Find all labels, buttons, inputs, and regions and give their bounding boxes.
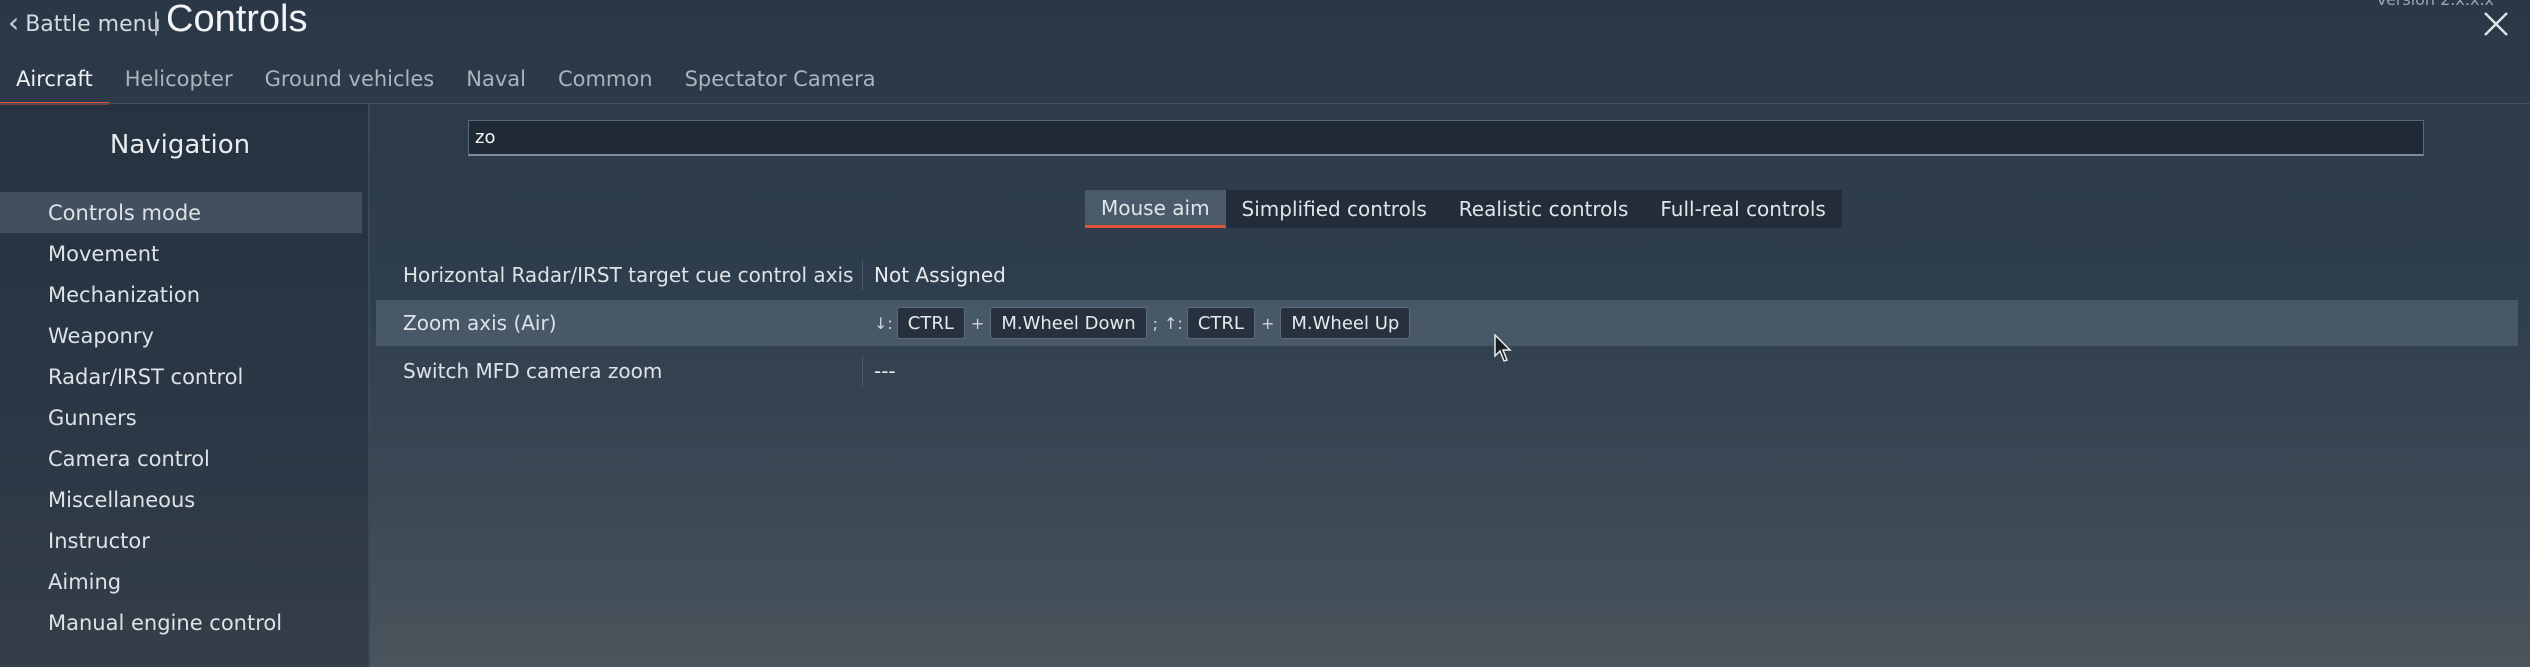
binding-row-selected[interactable]: Zoom axis (Air) ↓: CTRL + M.Wheel Down ;… [376, 300, 2518, 346]
tab-aircraft[interactable]: Aircraft [0, 56, 109, 105]
nav-item-camera-control[interactable]: Camera control [0, 438, 362, 479]
nav-item-instructor[interactable]: Instructor [0, 520, 362, 561]
mode-realistic-controls[interactable]: Realistic controls [1443, 190, 1645, 228]
nav-item-radar-irst-control[interactable]: Radar/IRST control [0, 356, 362, 397]
page-title: Controls [166, 0, 308, 40]
column-divider [862, 260, 863, 290]
nav-item-weaponry[interactable]: Weaponry [0, 315, 362, 356]
nav-item-manual-engine-control[interactable]: Manual engine control [0, 602, 362, 643]
nav-item-gunners[interactable]: Gunners [0, 397, 362, 438]
top-bar: ‹ Battle menu | Controls Version 2.x.x.x [0, 0, 2530, 48]
binding-name: Switch MFD camera zoom [403, 359, 663, 383]
nav-item-miscellaneous[interactable]: Miscellaneous [0, 479, 362, 520]
binding-value: Not Assigned [874, 263, 1006, 287]
keycap: CTRL [1186, 307, 1255, 339]
binding-value: ↓: CTRL + M.Wheel Down ; ↑: CTRL + M.Whe… [874, 307, 1411, 339]
binding-row[interactable]: Horizontal Radar/IRST target cue control… [376, 250, 2518, 300]
mode-full-real-controls[interactable]: Full-real controls [1644, 190, 1841, 228]
header-separator: | [152, 8, 161, 36]
mode-mouse-aim[interactable]: Mouse aim [1085, 190, 1226, 228]
axis-down-icon: ↓: [874, 313, 893, 333]
navigation-title: Navigation [109, 130, 251, 160]
tab-naval[interactable]: Naval [450, 56, 542, 105]
plus-sign: + [970, 313, 985, 333]
navigation-panel: Navigation Controls mode Movement Mechan… [0, 104, 370, 667]
navigation-list: Controls mode Movement Mechanization Wea… [0, 192, 362, 643]
keycap: M.Wheel Up [1280, 307, 1411, 339]
binding-value: --- [874, 359, 896, 383]
mode-simplified-controls[interactable]: Simplified controls [1226, 190, 1443, 228]
nav-item-aiming[interactable]: Aiming [0, 561, 362, 602]
keycap: CTRL [896, 307, 965, 339]
plus-sign: + [1260, 313, 1275, 333]
chevron-left-icon: ‹ [8, 5, 20, 39]
tabs-divider [0, 103, 2530, 104]
keycap: M.Wheel Down [990, 307, 1147, 339]
vehicle-tabs: Aircraft Helicopter Ground vehicles Nava… [0, 56, 892, 105]
binding-name: Zoom axis (Air) [403, 311, 557, 335]
binding-row[interactable]: Switch MFD camera zoom --- [376, 346, 2518, 396]
bindings-list: Horizontal Radar/IRST target cue control… [376, 250, 2518, 396]
nav-item-mechanization[interactable]: Mechanization [0, 274, 362, 315]
back-button[interactable]: ‹ Battle menu [8, 8, 161, 40]
version-label: Version 2.x.x.x [2376, 0, 2494, 9]
binding-name: Horizontal Radar/IRST target cue control… [403, 263, 854, 287]
tab-spectator-camera[interactable]: Spectator Camera [669, 56, 892, 105]
nav-item-movement[interactable]: Movement [0, 233, 362, 274]
column-divider [862, 356, 863, 386]
tab-common[interactable]: Common [542, 56, 669, 105]
tab-helicopter[interactable]: Helicopter [109, 56, 249, 105]
nav-item-controls-mode[interactable]: Controls mode [0, 192, 362, 233]
tab-ground-vehicles[interactable]: Ground vehicles [249, 56, 451, 105]
binding-separator: ; [1152, 313, 1159, 333]
close-button[interactable] [2478, 6, 2514, 42]
controls-mode-selector: Mouse aim Simplified controls Realistic … [1085, 190, 1842, 228]
axis-up-icon: ↑: [1164, 313, 1183, 333]
column-divider [862, 310, 863, 340]
close-icon [2484, 12, 2508, 36]
mouse-cursor-icon [1494, 334, 1512, 362]
back-label: Battle menu [25, 11, 161, 37]
search-input[interactable] [468, 120, 2424, 156]
